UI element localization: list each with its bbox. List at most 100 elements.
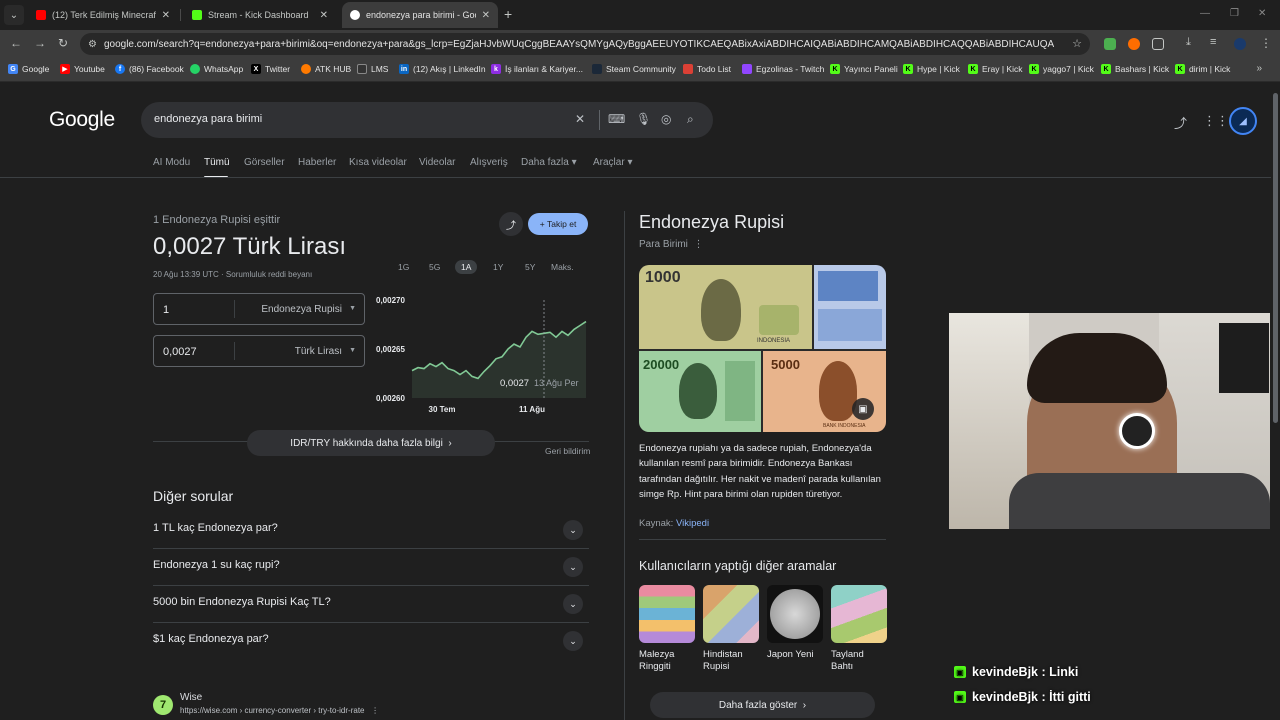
tab-google-search[interactable]: endonezya para birimi - Google ✕	[342, 2, 498, 28]
related-search-item[interactable]: Japon Yeni	[767, 585, 823, 661]
keyboard-icon[interactable]: ⌨	[608, 112, 625, 126]
bookmark-hype-kick[interactable]: K Hype | Kick	[903, 64, 960, 74]
bookmark-dirim-kick[interactable]: Kdirim | Kick	[1175, 64, 1230, 74]
scrollbar-thumb[interactable]	[1273, 93, 1278, 423]
scrollbar[interactable]	[1271, 83, 1280, 720]
restore-icon[interactable]: ❐	[1230, 8, 1239, 19]
profile-avatar[interactable]	[1234, 38, 1246, 50]
follow-button[interactable]: + Takip et	[528, 213, 588, 235]
kp-image-gallery[interactable]: 1000 INDONESIA 20000 5000 BANK INDONESIA…	[639, 265, 886, 432]
close-window-icon[interactable]: ✕	[1258, 8, 1266, 19]
download-icon[interactable]: ⤓	[1186, 36, 1191, 49]
bookmark-eray-kick[interactable]: K Eray | Kick	[968, 64, 1022, 74]
account-avatar[interactable]: ◢	[1229, 107, 1257, 135]
filter-images[interactable]: Görseller	[244, 157, 285, 168]
new-tab-plus-icon[interactable]: +	[504, 6, 512, 22]
search-query[interactable]: endonezya para birimi	[154, 113, 262, 125]
chrome-menu-icon[interactable]: ⋮	[1260, 36, 1272, 50]
result-site-name[interactable]: Wise	[180, 692, 202, 703]
more-bookmarks-chevron-icon[interactable]: »	[1256, 63, 1262, 74]
paa-question[interactable]: $1 kaç Endonezya par? ⌄	[153, 623, 589, 660]
bookmark-google[interactable]: G Google	[8, 64, 49, 74]
related-search-item[interactable]: Hindistan Rupisi	[703, 585, 759, 673]
related-search-item[interactable]: Malezya Ringgiti	[639, 585, 695, 673]
media-control-icon[interactable]: ≡	[1210, 36, 1216, 48]
more-options-icon[interactable]: ⋮	[693, 239, 703, 250]
bookmark-steam[interactable]: Steam Community	[592, 64, 676, 74]
tab-search-button[interactable]: ⌄	[4, 5, 24, 25]
banknote-20000-image[interactable]: 20000	[639, 351, 761, 432]
search-icon[interactable]: ⌕	[687, 112, 694, 127]
forward-arrow-icon[interactable]: →	[34, 36, 46, 50]
range-max[interactable]: Maks.	[551, 262, 574, 272]
chevron-down-icon[interactable]: ⌄	[563, 520, 583, 540]
range-1d[interactable]: 1G	[398, 262, 409, 272]
bookmark-atk-hub[interactable]: ATK HUB	[301, 64, 351, 74]
bookmark-yaggo7-kick[interactable]: Kyaggo7 | Kick	[1029, 64, 1094, 74]
banknote-1000-image[interactable]: 1000 INDONESIA	[639, 265, 812, 349]
to-amount-field[interactable]: 0,0027 Türk Lirası ▼	[153, 335, 365, 367]
tab-kick-dashboard[interactable]: Stream - Kick Dashboard ✕	[184, 4, 336, 26]
bookmark-youtube[interactable]: ▶ Youtube	[60, 64, 105, 74]
range-1m[interactable]: 1A	[455, 260, 478, 274]
share-button[interactable]: ⤴	[499, 212, 523, 236]
exchange-rate-chart[interactable]: 0,00270 0,00265 0,00260 0,0027 13 Ağu Per 30 …	[374, 290, 590, 415]
banknote-5000-image[interactable]: 5000 BANK INDONESIA	[763, 351, 886, 432]
lens-icon[interactable]: ◎	[661, 112, 671, 126]
bookmark-whatsapp[interactable]: WhatsApp	[190, 64, 243, 74]
bookmark-linkedin[interactable]: in (12) Akış | LinkedIn	[399, 64, 486, 74]
filter-short-videos[interactable]: Kısa videolar	[349, 157, 407, 168]
image-gallery-icon[interactable]: ▣	[852, 398, 874, 420]
to-currency-select[interactable]: Türk Lirası	[295, 346, 342, 357]
google-logo[interactable]: Google	[49, 108, 115, 132]
close-icon[interactable]: ✕	[320, 10, 328, 21]
paa-question[interactable]: 1 TL kaç Endonezya par? ⌄	[153, 512, 589, 549]
reload-icon[interactable]: ↻	[58, 36, 68, 50]
extensions-puzzle-icon[interactable]	[1152, 38, 1164, 50]
dropdown-arrow-icon[interactable]: ▼	[349, 347, 356, 354]
minimize-icon[interactable]: —	[1200, 8, 1210, 19]
url-text[interactable]: google.com/search?q=endonezya+para+birim…	[104, 39, 1054, 50]
search-input[interactable]: endonezya para birimi ✕ ⌨ 🎙 ◎ ⌕	[141, 102, 713, 138]
filter-ai-mode[interactable]: AI Modu	[153, 157, 190, 168]
tab-minecraft[interactable]: (12) Terk Edilmiş Minecraft Sunu ✕	[28, 4, 178, 26]
chevron-down-icon[interactable]: ⌄	[563, 631, 583, 651]
bookmark-yayinci-paneli[interactable]: K Yayıncı Paneli	[830, 64, 898, 74]
chevron-down-icon[interactable]: ⌄	[563, 557, 583, 577]
from-amount-field[interactable]: 1 Endonezya Rupisi ▼	[153, 293, 365, 325]
address-bar[interactable]: ⚙ google.com/search?q=endonezya+para+bir…	[80, 33, 1090, 55]
bookmark-facebook[interactable]: f (86) Facebook	[115, 64, 184, 74]
paa-question[interactable]: Endonezya 1 su kaç rupi? ⌄	[153, 549, 589, 586]
to-amount[interactable]: 0,0027	[163, 346, 197, 358]
clear-search-icon[interactable]: ✕	[575, 112, 585, 126]
filter-all[interactable]: Tümü	[204, 157, 230, 168]
bookmark-twitter[interactable]: X Twitter	[251, 64, 290, 74]
bookmark-todo[interactable]: Todo List	[683, 64, 731, 74]
source-link[interactable]: Vikipedi	[676, 518, 709, 529]
site-info-icon[interactable]: ⚙	[88, 39, 97, 50]
chevron-down-icon[interactable]: ⌄	[563, 594, 583, 614]
range-5y[interactable]: 5Y	[525, 262, 535, 272]
share-icon[interactable]: ⤴	[1174, 113, 1187, 132]
close-icon[interactable]: ✕	[162, 10, 170, 21]
bookmark-bashars-kick[interactable]: K Bashars | Kick	[1101, 64, 1169, 74]
bookmark-lms[interactable]: LMS	[357, 64, 388, 74]
range-1y[interactable]: 1Y	[493, 262, 503, 272]
dropdown-arrow-icon[interactable]: ▼	[349, 305, 356, 312]
bookmark-kariyer[interactable]: k İş ilanları & Kariyer...	[491, 64, 583, 74]
filter-tools[interactable]: Araçlar ▾	[593, 157, 633, 168]
microphone-icon[interactable]: 🎙	[636, 112, 651, 126]
bookmark-star-icon[interactable]: ☆	[1072, 37, 1082, 50]
filter-shopping[interactable]: Alışveriş	[470, 157, 508, 168]
back-arrow-icon[interactable]: ←	[10, 36, 22, 50]
feedback-link[interactable]: Geri bildirim	[545, 446, 590, 456]
related-search-item[interactable]: Tayland Bahtı	[831, 585, 887, 673]
extension-icon[interactable]	[1128, 38, 1140, 50]
apps-grid-icon[interactable]: ⋮⋮	[1203, 113, 1229, 129]
filter-videos[interactable]: Videolar	[419, 157, 456, 168]
range-5d[interactable]: 5G	[429, 262, 440, 272]
result-url[interactable]: https://wise.com › currency-converter › …	[180, 706, 379, 715]
close-icon[interactable]: ✕	[482, 10, 490, 21]
more-info-button[interactable]: IDR/TRY hakkında daha fazla bilgi ›	[247, 430, 495, 456]
from-amount[interactable]: 1	[163, 304, 169, 316]
